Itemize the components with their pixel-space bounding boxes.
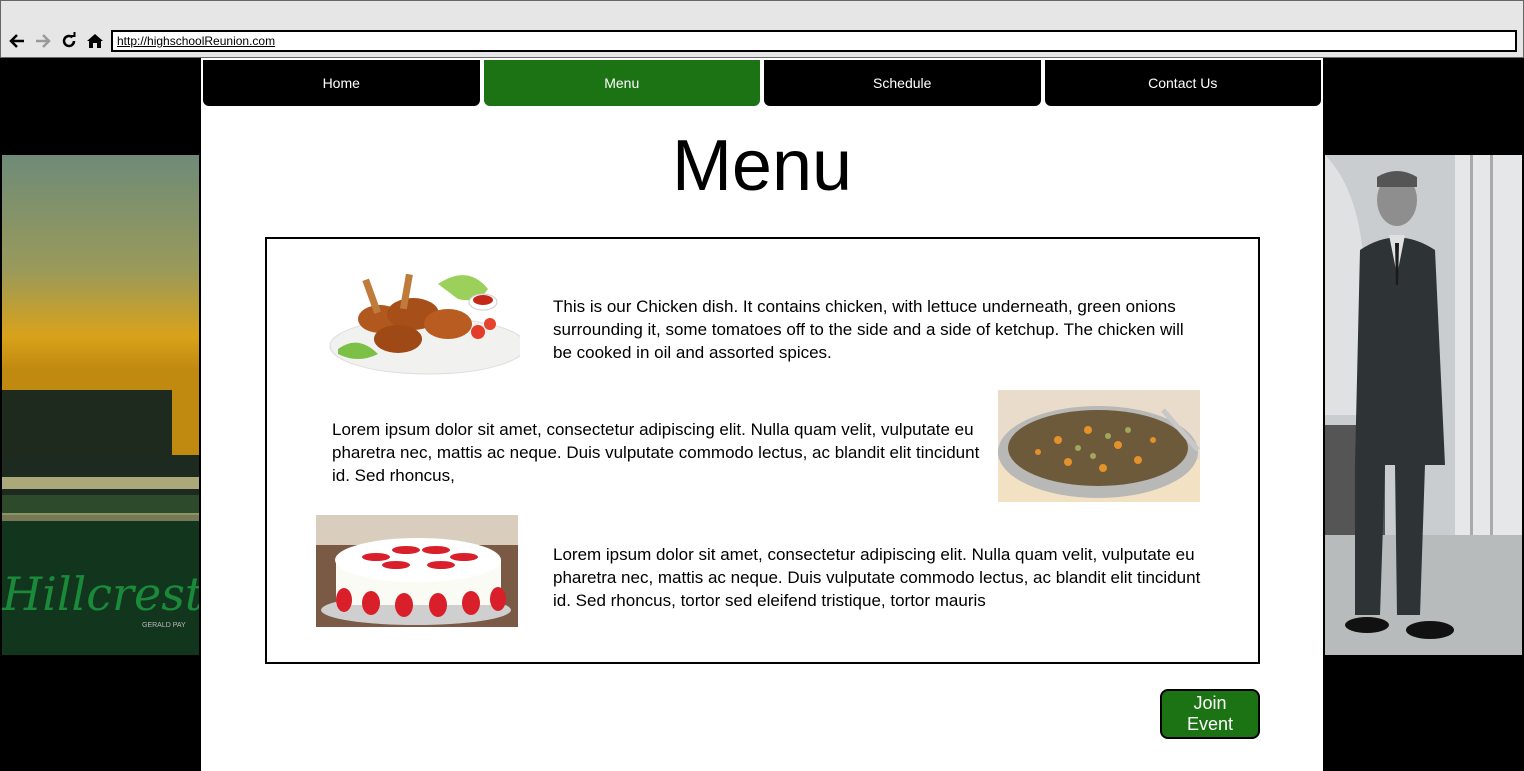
tab-schedule[interactable]: Schedule bbox=[764, 60, 1041, 106]
home-icon[interactable] bbox=[86, 32, 104, 50]
tab-menu[interactable]: Menu bbox=[483, 60, 760, 106]
tab-contact-us[interactable]: Contact Us bbox=[1044, 60, 1321, 106]
student-portrait-photo bbox=[1325, 155, 1522, 655]
photo-credit: GERALD PAY bbox=[142, 622, 186, 629]
forward-arrow-icon[interactable] bbox=[34, 32, 52, 50]
browser-toolbar: http://highschoolReunion.com bbox=[0, 0, 1524, 58]
strawberry-cake-photo bbox=[316, 515, 518, 627]
dish-description: This is our Chicken dish. It contains ch… bbox=[553, 297, 1184, 362]
dish-description: Lorem ipsum dolor sit amet, consectetur … bbox=[332, 420, 980, 485]
url-field[interactable]: http://highschoolReunion.com bbox=[111, 30, 1517, 52]
chicken-dish-photo bbox=[318, 264, 520, 380]
page-title: Menu bbox=[671, 126, 853, 206]
reload-icon[interactable] bbox=[60, 32, 78, 50]
back-arrow-icon[interactable] bbox=[8, 32, 26, 50]
menu-list: This is our Chicken dish. It contains ch… bbox=[265, 237, 1260, 664]
main-content: Home Menu Schedule Contact Us Menu This … bbox=[201, 58, 1323, 771]
join-event-button[interactable]: Join Event bbox=[1160, 689, 1260, 739]
nav-tabs: Home Menu Schedule Contact Us bbox=[203, 60, 1321, 106]
tab-home[interactable]: Home bbox=[203, 60, 480, 106]
hillcrest-caption: Hillcrest bbox=[2, 567, 199, 621]
grain-dish-photo bbox=[998, 390, 1200, 502]
dish-description: Lorem ipsum dolor sit amet, consectetur … bbox=[553, 545, 1201, 610]
school-building-photo: Hillcrest GERALD PAY bbox=[2, 155, 199, 655]
